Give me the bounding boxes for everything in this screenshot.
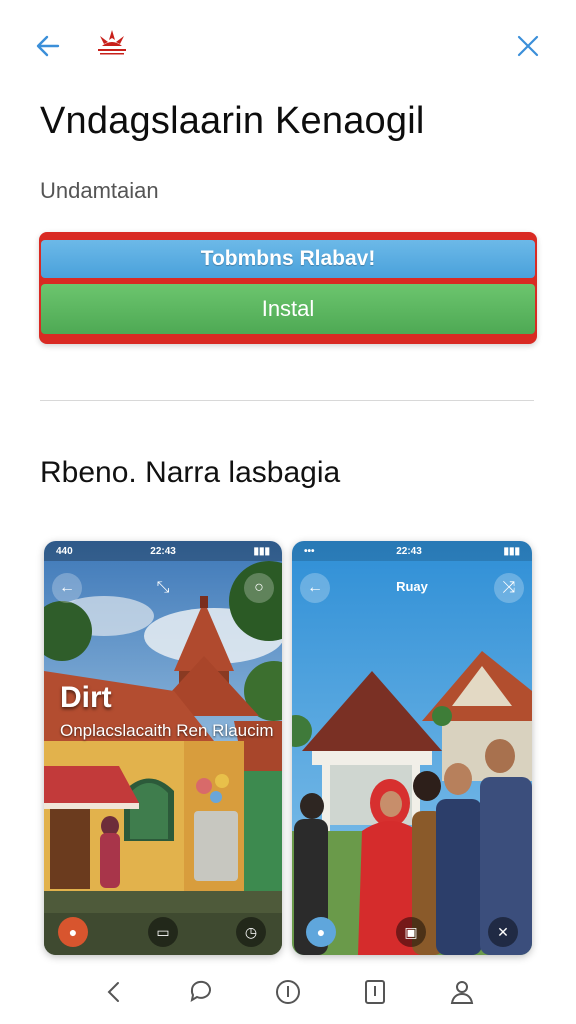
link-icon: ⤡ [156,579,170,596]
location-button[interactable]: ● [58,917,88,947]
close-icon [517,35,539,57]
screenshot-card-2[interactable]: ••• 22:43 ▮▮▮ ← Ruay ⤨ ● ▣ ✕ [292,541,532,955]
arrow-left-icon [36,35,60,57]
pin-icon: ● [68,924,78,940]
status-left: ••• [304,545,315,557]
battery-icon: ▮▮▮ [503,545,520,557]
link-button[interactable]: ⤡ [148,573,178,603]
status-time: 22:43 [150,545,176,557]
back-button[interactable]: ← [52,573,82,603]
secondary-button[interactable]: Tobmbns Rlabav! [41,240,535,278]
status-time: 22:43 [396,545,422,557]
back-icon [107,982,119,1002]
clock-icon: ◷ [244,923,258,940]
pin-icon: ● [316,924,326,940]
install-button[interactable]: Instal [41,284,535,334]
location-button[interactable]: ● [306,917,336,947]
back-button[interactable] [28,26,68,66]
nav-info[interactable] [270,974,306,1010]
photo-icon: ▣ [404,923,418,940]
screenshots-section-title: Rbeno. Narra lasbagia [40,456,341,489]
app-developer[interactable]: Undamtaian [40,178,159,204]
search-button[interactable]: ○ [244,573,274,603]
bottom-navigation [0,960,576,1024]
close-button[interactable]: ✕ [488,917,518,947]
arrow-left-icon: ← [59,579,75,596]
brand-logo [90,22,134,66]
clock-button[interactable]: ◷ [236,917,266,947]
share-icon: ⤨ [502,579,516,596]
overlay-subtitle: Onplacslacaith Ren Rlaucim [60,721,274,740]
top-bar [0,0,576,90]
divider [40,400,534,401]
nav-back[interactable] [96,974,132,1010]
search-icon: ○ [254,579,264,596]
nav-book[interactable] [357,974,393,1010]
info-icon [275,980,300,1004]
calendar-button[interactable]: ▭ [148,917,178,947]
status-bar: ••• 22:43 ▮▮▮ [292,541,532,561]
screenshot-card-1[interactable]: 440 22:43 ▮▮▮ ← ⤡ ○ Dirt Onplacslacaith … [44,541,282,955]
close-button[interactable] [508,26,548,66]
nav-chat[interactable] [183,974,219,1010]
chat-icon [190,980,211,1003]
status-bar: 440 22:43 ▮▮▮ [44,541,282,561]
screenshot-image-group-photo [292,541,532,955]
app-title: Vndagslaarin Kenaogil [40,100,425,142]
nav-profile[interactable] [444,974,480,1010]
share-button[interactable]: ⤨ [494,573,524,603]
book-icon [365,980,386,1004]
calendar-icon: ▭ [156,923,170,940]
profile-icon [451,981,474,1004]
close-icon: ✕ [497,923,509,940]
battery-icon: ▮▮▮ [253,545,270,557]
screenshot-image-heritage-house [44,541,282,955]
overlay-title: Dirt [60,681,112,714]
action-buttons: Tobmbns Rlabav! Instal [39,232,537,344]
status-left: 440 [56,545,73,557]
photo-button[interactable]: ▣ [396,917,426,947]
